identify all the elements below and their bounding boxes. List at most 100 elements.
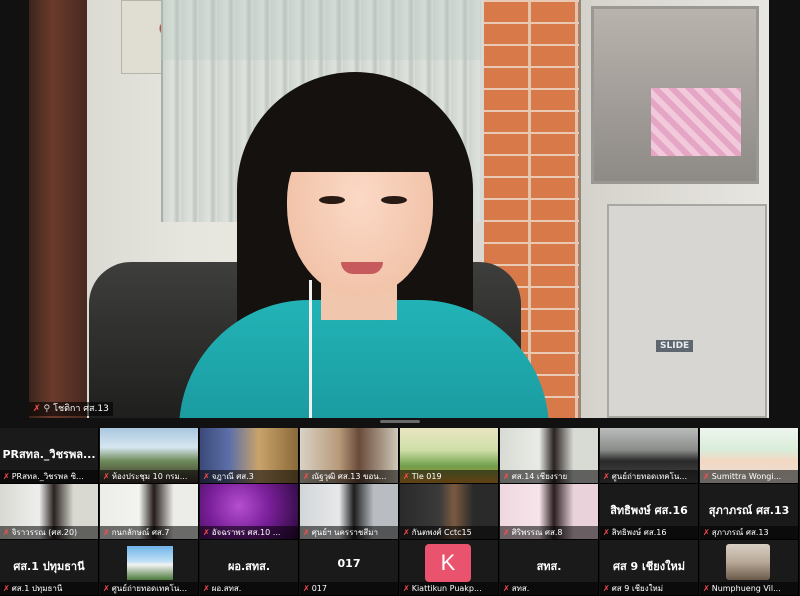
participant-display-name: สุภาภรณ์ ศส.13 — [708, 504, 790, 517]
participant-name: Tle 019 — [411, 472, 442, 481]
window-light — [161, 0, 481, 60]
participant-tile[interactable]: ✗ กันตพงศ์ Cctc15 — [400, 484, 499, 540]
participant-label: ✗ สทส. — [500, 582, 598, 595]
cabinet-brand-label: SLIDE — [656, 340, 694, 352]
mic-muted-icon: ✗ — [303, 528, 310, 537]
participant-name: อัจฉราพร ศส.10 ... — [211, 528, 281, 537]
participant-name: จิราวรรณ (ศส.20) — [11, 528, 78, 537]
participant-tile[interactable]: ✗ ศูนย์ถ่ายทอดเทคโน... — [600, 428, 699, 484]
participant-tile[interactable]: ✗ ห้องประชุม 10 กรม... — [100, 428, 199, 484]
participant-name: กันตพงศ์ Cctc15 — [411, 528, 472, 537]
participant-label: ✗ Numphueng Vil... — [700, 582, 798, 595]
participant-profile-photo — [127, 546, 173, 580]
mic-muted-icon: ✗ — [303, 472, 310, 481]
participant-display-name: สทส. — [536, 560, 562, 573]
participant-tile[interactable]: ✗ จฎาณี ศส.3 — [200, 428, 299, 484]
mic-muted-icon: ✗ — [703, 528, 710, 537]
mic-muted-icon: ✗ — [503, 528, 510, 537]
mic-muted-icon: ✗ — [3, 584, 10, 593]
participant-label: ✗ Sumittra Wongi... — [700, 470, 798, 483]
right-eye — [381, 196, 407, 204]
participant-name: สุภาภรณ์ ศส.13 — [711, 528, 769, 537]
resize-handle[interactable] — [380, 420, 420, 423]
participant-name: Sumittra Wongi... — [711, 472, 782, 481]
participant-tile[interactable]: ศส.1 ปทุมธานี ✗ ศส.1 ปทุมธานี — [0, 540, 99, 596]
participant-label: ✗ ศส.14 เชียงราย — [500, 470, 598, 483]
door — [29, 0, 87, 418]
pin-icon[interactable]: ⚲ — [44, 402, 51, 416]
participant-label: ✗ ณัฐวุฒิ ศส.13 ขอน... — [300, 470, 398, 483]
participant-tile[interactable]: ✗ จิราวรรณ (ศส.20) — [0, 484, 99, 540]
mic-muted-icon: ✗ — [103, 472, 110, 481]
participant-tile[interactable]: สุภาภรณ์ ศส.13 ✗ สุภาภรณ์ ศส.13 — [700, 484, 799, 540]
participant-name: ผอ.สทส. — [211, 584, 242, 593]
mic-muted-icon: ✗ — [3, 528, 10, 537]
participant-tile[interactable]: ✗ ศุนย์ฯ นครราชสีมา — [300, 484, 399, 540]
participant-tile[interactable]: สทส. ✗ สทส. — [500, 540, 599, 596]
participant-name: ห้องประชุม 10 กรม... — [111, 472, 188, 481]
zoom-meeting-window: SLIDE ✗ ⚲ โชติกา ศส.13 PRสทล._วิชรพล... … — [0, 0, 800, 596]
earphone-cable — [309, 280, 312, 418]
participant-name: จฎาณี ศส.3 — [211, 472, 254, 481]
mic-muted-icon: ✗ — [503, 584, 510, 593]
speaker-name: โชติกา ศส.13 — [53, 404, 109, 414]
participant-label: ✗ กันตพงศ์ Cctc15 — [400, 526, 498, 539]
participant-tile[interactable]: 017 ✗ 017 — [300, 540, 399, 596]
mic-muted-icon: ✗ — [303, 584, 310, 593]
participant-label: ✗ Kiattikun Puakp... — [400, 582, 498, 595]
participant-name: สิทธิพงษ์ ศส.16 — [611, 528, 667, 537]
participant-label: ✗ ศุนย์ฯ นครราชสีมา — [300, 526, 398, 539]
participant-tile[interactable]: ✗ อัจฉราพร ศส.10 ... — [200, 484, 299, 540]
participant-tile[interactable]: ศส 9 เชียงใหม่ ✗ ศส 9 เชียงใหม่ — [600, 540, 699, 596]
pink-box — [651, 88, 741, 156]
participant-name: ศส 9 เชียงใหม่ — [611, 584, 664, 593]
participant-display-name: ผอ.สทส. — [227, 560, 271, 573]
participant-label: ✗ Tle 019 — [400, 470, 498, 483]
participant-tile[interactable]: ผอ.สทส. ✗ ผอ.สทส. — [200, 540, 299, 596]
participant-label: ✗ อัจฉราพร ศส.10 ... — [200, 526, 298, 539]
active-speaker-video[interactable]: SLIDE ✗ ⚲ โชติกา ศส.13 — [29, 0, 769, 418]
participant-tile[interactable]: ✗ กนกลักษณ์ ศส.7 — [100, 484, 199, 540]
participant-tile[interactable]: ✗ Tle 019 — [400, 428, 499, 484]
participant-name: Numphueng Vil... — [711, 584, 781, 593]
mic-muted-icon: ✗ — [403, 472, 410, 481]
participant-name: ศูนย์ถ่ายทอดเทคโน... — [111, 584, 187, 593]
participant-avatar: K — [425, 544, 471, 582]
participant-name: สทส. — [511, 584, 530, 593]
participant-label: ✗ สุภาภรณ์ ศส.13 — [700, 526, 798, 539]
participant-gallery: PRสทล._วิชรพล... ✗ PRสทล._วิชรพล ซิ... ✗ ห… — [0, 428, 800, 596]
left-eye — [319, 196, 345, 204]
cabinet-lower-door — [607, 204, 767, 418]
participant-label: ✗ PRสทล._วิชรพล ซิ... — [0, 470, 98, 483]
participant-tile[interactable]: ✗ ณัฐวุฒิ ศส.13 ขอน... — [300, 428, 399, 484]
participant-label: ✗ กนกลักษณ์ ศส.7 — [100, 526, 198, 539]
participant-label: ✗ สิทธิพงษ์ ศส.16 — [600, 526, 698, 539]
participant-label: ✗ ศส.1 ปทุมธานี — [0, 582, 98, 595]
participant-name: Kiattikun Puakp... — [411, 584, 482, 593]
speaker-name-tag: ✗ ⚲ โชติกา ศส.13 — [29, 402, 113, 416]
mic-muted-icon: ✗ — [203, 584, 210, 593]
participant-tile[interactable]: สิทธิพงษ์ ศส.16 ✗ สิทธิพงษ์ ศส.16 — [600, 484, 699, 540]
participant-display-name: ศส 9 เชียงใหม่ — [613, 560, 685, 573]
mic-muted-icon: ✗ — [703, 584, 710, 593]
participant-label: ✗ ผอ.สทส. — [200, 582, 298, 595]
participant-name: 017 — [311, 584, 327, 593]
participant-profile-photo — [726, 544, 770, 580]
participant-display-name: PRสทล._วิชรพล... — [2, 448, 96, 461]
participant-tile[interactable]: ✗ ศิริพรรณ ศส.8 — [500, 484, 599, 540]
participant-label: ✗ ศส 9 เชียงใหม่ — [600, 582, 698, 595]
participant-name: ศิริพรรณ ศส.8 — [511, 528, 563, 537]
participant-tile[interactable]: PRสทล._วิชรพล... ✗ PRสทล._วิชรพล ซิ... — [0, 428, 99, 484]
participant-label: ✗ ศูนย์ถ่ายทอดเทคโน... — [100, 582, 198, 595]
participant-tile[interactable]: K ✗ Kiattikun Puakp... — [400, 540, 499, 596]
mic-muted-icon: ✗ — [103, 584, 110, 593]
participant-display-name: 017 — [337, 557, 361, 570]
participant-tile[interactable]: ✗ Sumittra Wongi... — [700, 428, 799, 484]
participant-tile[interactable]: ✗ Numphueng Vil... — [700, 540, 799, 596]
participant-display-name: สิทธิพงษ์ ศส.16 — [610, 504, 688, 517]
mic-muted-icon: ✗ — [203, 472, 210, 481]
participant-tile[interactable]: ✗ ศส.14 เชียงราย — [500, 428, 599, 484]
participant-tile[interactable]: ✗ ศูนย์ถ่ายทอดเทคโน... — [100, 540, 199, 596]
participant-name: ศุนย์ฯ นครราชสีมา — [311, 528, 378, 537]
mic-muted-icon: ✗ — [503, 472, 510, 481]
